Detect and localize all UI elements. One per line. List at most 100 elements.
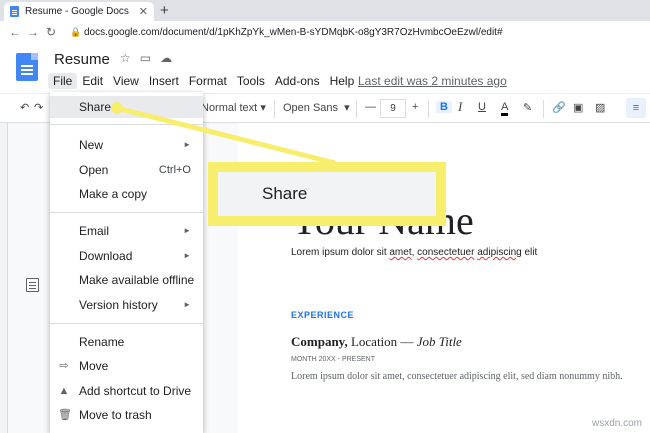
menu-help[interactable]: Help: [325, 73, 360, 89]
doc-subtitle-part: Lorem ipsum dolor sit: [291, 247, 390, 258]
menu-addons[interactable]: Add-ons: [270, 73, 325, 89]
font-label: Open Sans: [283, 102, 339, 114]
spellcheck-word[interactable]: amet: [389, 247, 411, 258]
url-field[interactable]: docs.google.com/document/d/1pKhZpYk_wMen…: [84, 27, 503, 38]
menu-item-label: Make available offline: [79, 273, 195, 287]
text-color-button[interactable]: A: [501, 101, 509, 116]
doc-subtitle-part: elit: [521, 247, 538, 258]
menu-item-rename[interactable]: Rename: [50, 331, 203, 353]
increase-font-size-button[interactable]: +: [412, 101, 418, 113]
reload-icon[interactable]: ↻: [42, 25, 60, 39]
location: Location —: [347, 334, 417, 349]
file-menu: Share New ► Open Ctrl+O Make a copy Email ►…: [50, 92, 203, 433]
menu-view[interactable]: View: [108, 73, 144, 89]
menu-item-trash[interactable]: 🗑 Move to trash: [50, 404, 203, 426]
toolbar-divider: [274, 100, 275, 118]
document-outline-icon[interactable]: [26, 278, 39, 292]
add-comment-icon[interactable]: ▣: [573, 101, 583, 114]
font-select[interactable]: Open Sans ▾: [283, 101, 350, 114]
star-icon[interactable]: ☆: [120, 51, 131, 65]
menu-item-add-shortcut[interactable]: ▲ Add shortcut to Drive: [50, 380, 203, 402]
bold-button[interactable]: B: [436, 101, 452, 113]
spellcheck-word[interactable]: adipiscing: [477, 247, 521, 258]
redo-icon[interactable]: ↷: [34, 101, 43, 114]
watermark: wsxdn.com: [591, 418, 642, 429]
date-range: MONTH 20XX - PRESENT: [291, 356, 376, 363]
menu-item-label: Email: [79, 224, 110, 238]
insert-image-icon[interactable]: ▨: [595, 101, 605, 114]
menu-tools[interactable]: Tools: [232, 73, 270, 89]
toolbar-divider: [543, 100, 544, 118]
chevron-down-icon: ▾: [344, 102, 350, 114]
font-size-input[interactable]: 9: [380, 99, 406, 118]
move-folder-icon[interactable]: ▭: [140, 51, 151, 65]
italic-button[interactable]: I: [458, 99, 462, 115]
submenu-arrow-icon: ►: [183, 300, 191, 309]
toolbar-divider: [428, 100, 429, 118]
menu-item-share[interactable]: Share: [50, 96, 203, 118]
title-icons: ☆ ▭ ☁: [120, 51, 172, 65]
submenu-arrow-icon: ►: [183, 226, 191, 235]
menu-item-label: Share: [79, 100, 112, 114]
menu-item-make-copy[interactable]: Make a copy: [50, 183, 203, 205]
menu-item-label: Make a copy: [79, 187, 148, 201]
docs-favicon-icon: [10, 6, 19, 17]
menu-item-label: Add shortcut to Drive: [79, 384, 192, 398]
docs-logo-icon[interactable]: [16, 53, 38, 81]
document-title[interactable]: Resume: [54, 51, 110, 68]
menu-item-label: Move: [79, 359, 109, 373]
align-left-icon[interactable]: ≡: [626, 98, 646, 118]
submenu-arrow-icon: ►: [183, 251, 191, 260]
forward-icon[interactable]: →: [24, 25, 42, 39]
submenu-arrow-icon: ►: [183, 140, 191, 149]
menu-format[interactable]: Format: [184, 73, 232, 89]
highlight-pen-icon[interactable]: ✎: [523, 101, 532, 114]
menu-item-open[interactable]: Open Ctrl+O: [50, 159, 203, 181]
underline-button[interactable]: U: [478, 101, 486, 113]
menu-separator: [50, 212, 203, 213]
link-icon[interactable]: 🔗: [552, 101, 566, 114]
menu-item-label: New: [79, 138, 104, 152]
share-callout-box: Share: [208, 162, 446, 226]
tab-close-icon[interactable]: ✕: [139, 5, 148, 18]
job-title: Job Title: [416, 334, 462, 349]
tab-title: Resume - Google Docs: [25, 6, 129, 17]
chevron-down-icon: ▾: [260, 102, 266, 114]
undo-icon[interactable]: ↶: [20, 101, 29, 114]
company-name: Company,: [291, 334, 348, 349]
callout-share-label: Share: [218, 172, 436, 216]
spellcheck-word[interactable]: consectetuer: [417, 247, 474, 258]
menu-bar: File Edit View Insert Format Tools Add-o…: [48, 73, 359, 89]
menu-item-offline[interactable]: Make available offline: [50, 269, 203, 291]
paragraph-style-select[interactable]: Normal text ▾: [201, 101, 266, 114]
menu-insert[interactable]: Insert: [144, 73, 184, 89]
shortcut-label: Ctrl+O: [158, 164, 191, 176]
menu-item-label: Download: [79, 249, 133, 263]
menu-item-new[interactable]: New ►: [50, 134, 203, 156]
menu-item-move[interactable]: ⇨ Move: [50, 355, 203, 377]
folder-move-icon: ⇨: [59, 360, 69, 372]
menu-item-version-history[interactable]: Version history ►: [50, 294, 203, 316]
menu-item-label: Rename: [79, 335, 125, 349]
browser-tab[interactable]: Resume - Google Docs ✕: [4, 2, 154, 21]
menu-separator: [50, 323, 203, 324]
menu-separator: [50, 124, 203, 125]
lock-icon[interactable]: 🔒: [70, 27, 84, 38]
back-icon[interactable]: ←: [6, 25, 24, 39]
menu-item-download[interactable]: Download ►: [50, 245, 203, 267]
menu-item-email[interactable]: Email ►: [50, 220, 203, 242]
last-edit-link[interactable]: Last edit was 2 minutes ago: [358, 74, 507, 88]
section-heading: EXPERIENCE: [291, 310, 355, 320]
decrease-font-size-button[interactable]: —: [365, 101, 376, 113]
address-bar: ← → ↻ 🔒 docs.google.com/document/d/1pKhZ…: [0, 21, 650, 43]
menu-item-label: Open: [79, 163, 109, 177]
trash-icon: 🗑: [58, 409, 72, 421]
menu-edit[interactable]: Edit: [77, 73, 108, 89]
doc-subtitle: Lorem ipsum dolor sit amet, consectetuer…: [291, 247, 537, 258]
body-paragraph: Lorem ipsum dolor sit amet, consectetuer…: [291, 371, 623, 382]
cloud-status-icon[interactable]: ☁: [160, 51, 172, 65]
menu-file[interactable]: File: [48, 73, 78, 89]
new-tab-button[interactable]: +: [160, 2, 169, 19]
toolbar-divider: [356, 100, 357, 118]
paragraph-style-label: Normal text: [201, 102, 258, 114]
